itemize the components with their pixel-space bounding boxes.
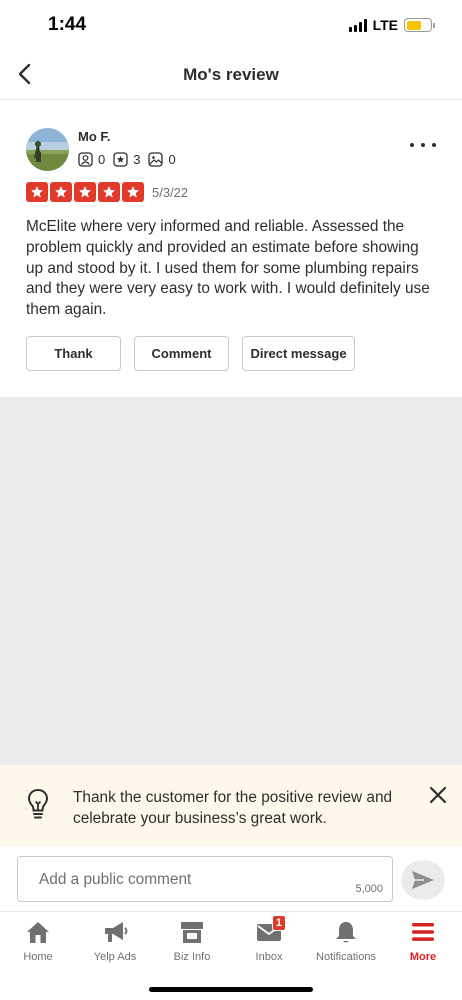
friends-stat: 0	[78, 152, 105, 167]
thank-button[interactable]: Thank	[26, 336, 121, 371]
review-card: Mo F. 0 3 0 5/3/22 McElite where very in…	[0, 100, 462, 397]
star-icon	[98, 182, 120, 202]
star-outline-icon	[113, 152, 128, 167]
more-options-button[interactable]	[410, 138, 436, 152]
hamburger-menu-icon	[412, 923, 434, 941]
review-date: 5/3/22	[152, 185, 189, 200]
reviews-count: 3	[133, 152, 141, 167]
tab-more[interactable]: More	[388, 918, 458, 963]
tab-label-more: More	[409, 951, 437, 963]
star-icon	[122, 182, 144, 202]
tab-bar: Home Yelp Ads Biz Info 1 Inbox Notificat…	[0, 911, 462, 1000]
status-time: 1:44	[48, 14, 87, 35]
tab-label-home: Home	[23, 951, 53, 963]
reviewer-name[interactable]: Mo F.	[78, 129, 111, 144]
review-text: McElite where very informed and reliable…	[26, 218, 430, 319]
tab-label-yelp-ads: Yelp Ads	[93, 951, 137, 963]
tab-home[interactable]: Home	[3, 918, 73, 963]
nav-header: Mo's review	[0, 50, 462, 100]
send-button[interactable]	[401, 860, 445, 900]
friends-icon	[78, 152, 93, 167]
megaphone-icon	[105, 922, 128, 942]
lightbulb-icon	[24, 788, 49, 819]
star-rating	[26, 182, 144, 202]
tab-inbox[interactable]: 1 Inbox	[234, 915, 304, 963]
home-indicator	[149, 987, 313, 992]
tab-label-inbox: Inbox	[255, 951, 283, 963]
status-bar: 1:44 LTE	[0, 0, 462, 50]
comment-input[interactable]: Add a public comment 5,000	[17, 856, 393, 902]
storefront-icon	[181, 922, 203, 943]
friends-count: 0	[98, 152, 106, 167]
close-icon[interactable]	[428, 785, 448, 805]
comment-placeholder: Add a public comment	[39, 871, 192, 888]
star-icon	[74, 182, 96, 202]
tab-notifications[interactable]: Notifications	[311, 918, 381, 963]
bell-icon	[336, 922, 356, 943]
photos-count: 0	[168, 152, 176, 167]
signal-icon	[348, 18, 367, 32]
battery-icon	[404, 18, 435, 32]
comment-bar: Add a public comment 5,000	[0, 847, 462, 911]
tip-banner: Thank the customer for the positive revi…	[0, 765, 462, 847]
status-indicators: LTE	[348, 17, 435, 33]
reviews-stat: 3	[113, 152, 140, 167]
tab-biz-info[interactable]: Biz Info	[157, 918, 227, 963]
avatar[interactable]	[26, 128, 69, 171]
send-icon	[412, 871, 434, 889]
tab-yelp-ads[interactable]: Yelp Ads	[80, 918, 150, 963]
comment-button[interactable]: Comment	[134, 336, 229, 371]
photos-stat: 0	[148, 152, 176, 167]
more-dots-icon	[410, 143, 414, 147]
direct-message-button[interactable]: Direct message	[242, 336, 355, 371]
photo-icon	[148, 152, 164, 167]
tab-label-notifications: Notifications	[316, 951, 376, 963]
char-limit: 5,000	[355, 883, 383, 895]
star-icon	[50, 182, 72, 202]
inbox-badge: 1	[271, 915, 286, 931]
network-label: LTE	[372, 17, 398, 33]
tab-label-biz-info: Biz Info	[173, 951, 211, 963]
tip-text: Thank the customer for the positive revi…	[73, 789, 393, 827]
page-title: Mo's review	[183, 65, 279, 84]
star-icon	[26, 182, 48, 202]
home-icon	[27, 922, 49, 943]
reviewer-stats: 0 3 0	[78, 152, 184, 167]
empty-area	[0, 397, 462, 765]
